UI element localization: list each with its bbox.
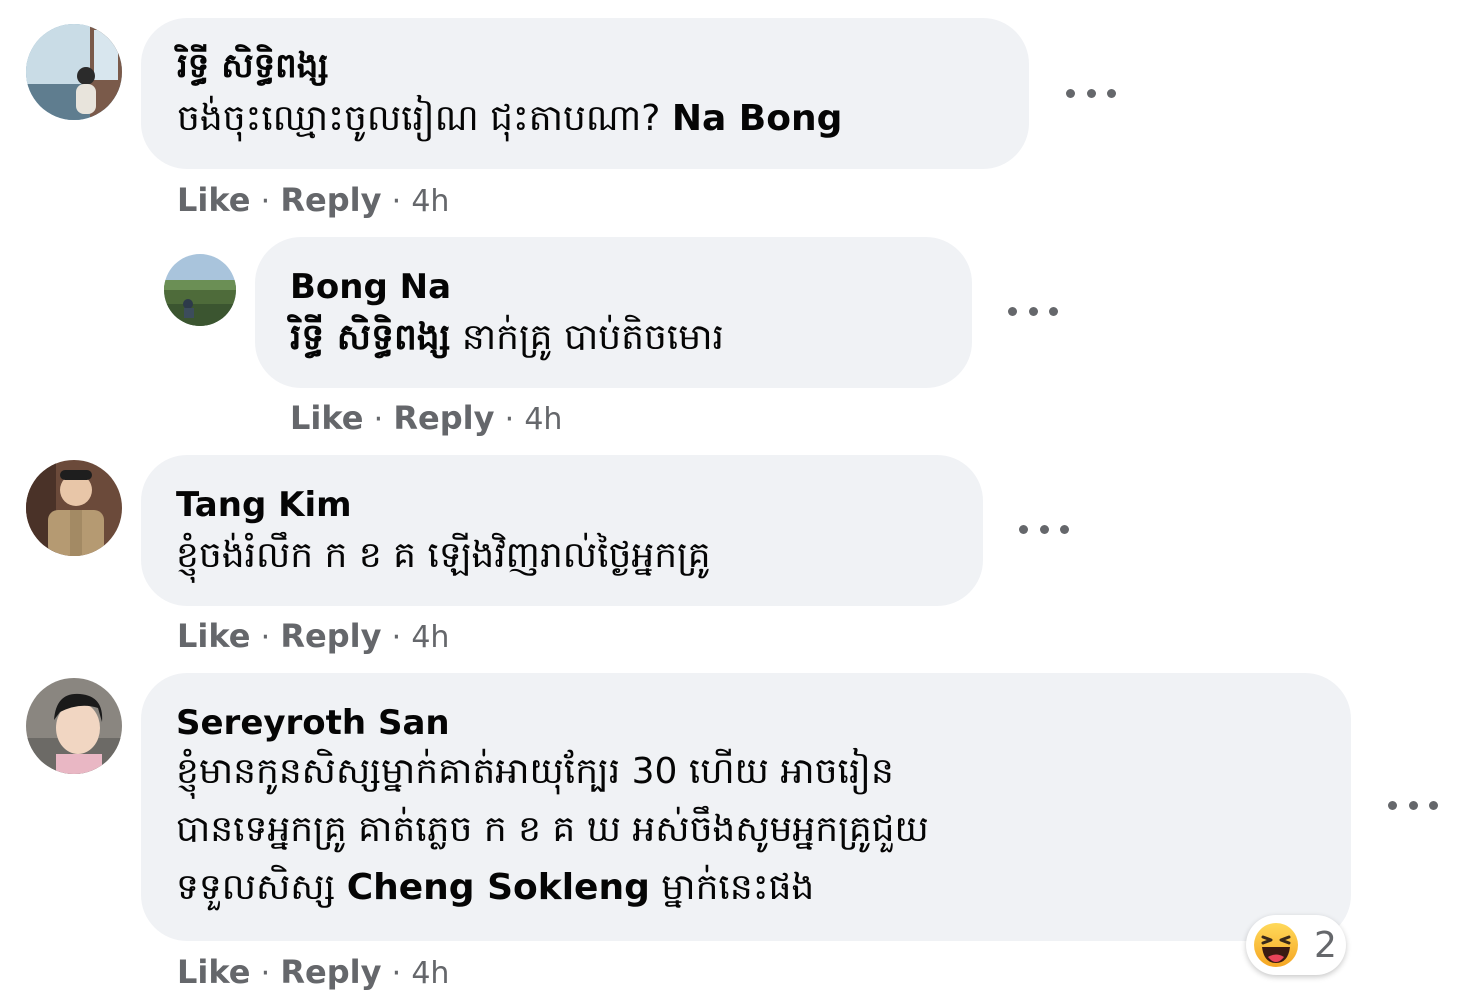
comment-text-line: ទទួលសិស្ស Cheng Sokleng ម្នាក់នេះផង <box>176 859 929 917</box>
comment-text: ចង់ចុះឈ្មោះចូលរៀណ ជុះតាបណា? Na Bong <box>177 90 842 148</box>
separator: · <box>504 402 515 437</box>
separator: · <box>260 956 271 991</box>
reaction-count: 2 <box>1314 924 1337 966</box>
comment-actions: Like · Reply · 4h <box>177 952 449 994</box>
timestamp[interactable]: 4h <box>411 956 449 991</box>
timestamp[interactable]: 4h <box>411 620 449 655</box>
comment-author[interactable]: រិទ្ធី សិទ្ធិពង្ស <box>177 44 328 88</box>
separator: · <box>391 956 402 991</box>
comment-text-body: ទទួលសិស្ស <box>176 867 347 908</box>
avatar[interactable] <box>26 24 122 120</box>
separator: · <box>373 402 384 437</box>
timestamp[interactable]: 4h <box>524 402 562 437</box>
more-options-icon[interactable] <box>1066 78 1116 108</box>
comment-actions: Like · Reply · 4h <box>177 180 449 222</box>
like-button[interactable]: Like <box>290 399 363 437</box>
comment-bubble: រិទ្ធី សិទ្ធិពង្ស ចង់ចុះឈ្មោះចូលរៀណ ជុះត… <box>141 18 1029 169</box>
separator: · <box>391 620 402 655</box>
comment-text-body: ចង់ចុះឈ្មោះចូលរៀណ ជុះតាបណា? <box>177 98 672 139</box>
avatar[interactable] <box>26 460 122 556</box>
like-button[interactable]: Like <box>177 953 250 991</box>
reply-button[interactable]: Reply <box>393 399 494 437</box>
comment-author[interactable]: Tang Kim <box>176 483 352 527</box>
comment-text-body: ខ្ញុំចង់រំលឹក ក ខ គ ឡើងវិញរាល់ថ្ងៃអ្នកគ្… <box>176 535 711 576</box>
avatar[interactable] <box>26 678 122 774</box>
like-button[interactable]: Like <box>177 181 250 219</box>
separator: · <box>391 184 402 219</box>
mention-link[interactable]: Cheng Sokleng <box>347 867 650 908</box>
comment-bubble: Sereyroth San ខ្ញុំមានកូនសិស្សម្នាក់គាត់… <box>141 673 1351 941</box>
comment-bubble: Tang Kim ខ្ញុំចង់រំលឹក ក ខ គ ឡើងវិញរាល់ថ… <box>141 455 983 606</box>
comment-text-body: នាក់គ្រូ បាប់តិចមោរ <box>450 317 724 358</box>
more-options-icon[interactable] <box>1388 790 1438 820</box>
more-options-icon[interactable] <box>1019 514 1069 544</box>
reply-button[interactable]: Reply <box>280 617 381 655</box>
comment-text-line: ខ្ញុំមានកូនសិស្សម្នាក់គាត់អាយុក្បែរ 30 ហ… <box>176 751 894 792</box>
comment-text-line: បានទេអ្នកគ្រូ គាត់ភ្លេច ក ខ គ ឃ អស់ចឹងសូ… <box>176 809 929 850</box>
reply-button[interactable]: Reply <box>280 181 381 219</box>
laughing-emoji-icon <box>1254 923 1298 967</box>
comment-text-body: ម្នាក់នេះផង <box>649 867 815 908</box>
comment-actions: Like · Reply · 4h <box>177 616 449 658</box>
avatar[interactable] <box>164 254 236 326</box>
more-options-icon[interactable] <box>1008 296 1058 326</box>
comment-author[interactable]: Bong Na <box>290 265 451 309</box>
separator: · <box>260 184 271 219</box>
like-button[interactable]: Like <box>177 617 250 655</box>
reply-button[interactable]: Reply <box>280 953 381 991</box>
separator: · <box>260 620 271 655</box>
comment-text: រិទ្ធី សិទ្ធិពង្ស នាក់គ្រូ បាប់តិចមោរ <box>290 309 724 367</box>
reaction-summary[interactable]: 2 <box>1246 915 1346 975</box>
mention-link[interactable]: Na Bong <box>672 98 843 139</box>
comment-author[interactable]: Sereyroth San <box>176 701 450 745</box>
comment-actions: Like · Reply · 4h <box>290 398 562 440</box>
mention-link[interactable]: រិទ្ធី សិទ្ធិពង្ស <box>290 317 450 358</box>
timestamp[interactable]: 4h <box>411 184 449 219</box>
comment-text: ខ្ញុំមានកូនសិស្សម្នាក់គាត់អាយុក្បែរ 30 ហ… <box>176 743 929 917</box>
comment-text: ខ្ញុំចង់រំលឹក ក ខ គ ឡើងវិញរាល់ថ្ងៃអ្នកគ្… <box>176 527 711 585</box>
comment-bubble: Bong Na រិទ្ធី សិទ្ធិពង្ស នាក់គ្រូ បាប់ត… <box>255 237 972 388</box>
